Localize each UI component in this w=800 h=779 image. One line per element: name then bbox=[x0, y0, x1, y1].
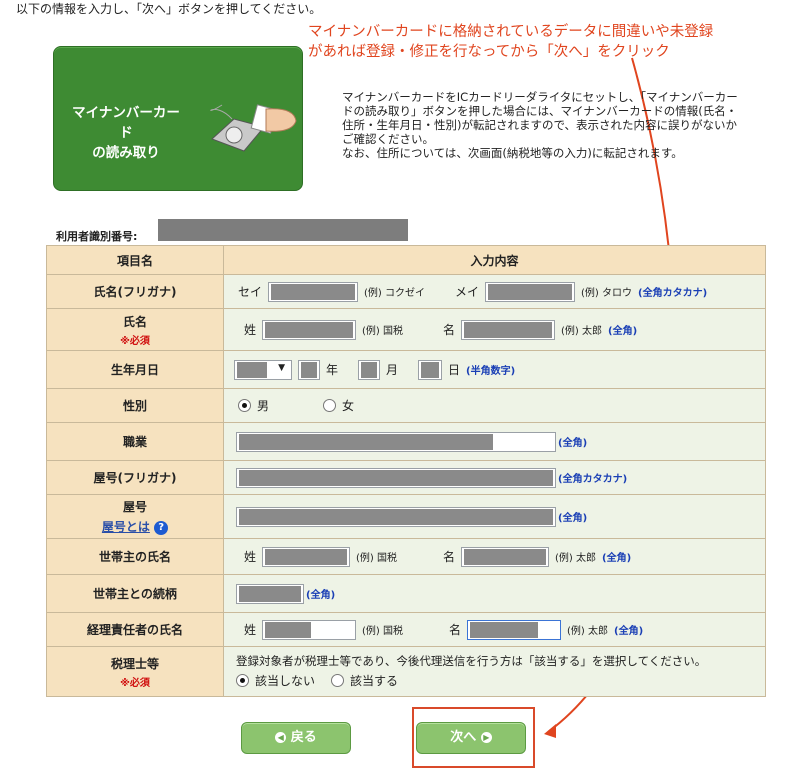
householder-mei-label: 名 bbox=[443, 550, 456, 564]
householder-mei-input[interactable] bbox=[461, 546, 550, 567]
householder-sei-label: 姓 bbox=[244, 550, 257, 564]
user-id-row: 利用者識別番号: bbox=[56, 228, 137, 244]
label-manager: 経理責任者の氏名 bbox=[46, 612, 224, 647]
kana-mei-input[interactable] bbox=[485, 281, 576, 302]
label-gender: 性別 bbox=[46, 388, 224, 423]
next-button-label: 次へ bbox=[450, 730, 477, 745]
mei-label: メイ bbox=[455, 285, 480, 299]
tax-accountant-yes-label: 該当する bbox=[350, 674, 399, 688]
manager-sei-example: (例) 国税 bbox=[362, 626, 403, 637]
occupation-input[interactable] bbox=[236, 431, 556, 452]
tax-accountant-no-label: 該当しない bbox=[255, 674, 316, 688]
name-mei-label: 名 bbox=[443, 323, 456, 337]
householder-hint: (全角) bbox=[602, 553, 632, 564]
tax-accountant-yes-radio[interactable] bbox=[331, 674, 345, 687]
column-header-input: 入力内容 bbox=[223, 245, 766, 275]
annotation-line-2: があれば登録・修正を行なってから「次へ」をクリック bbox=[308, 44, 670, 60]
gender-male-label: 男 bbox=[257, 399, 270, 413]
shop-input[interactable] bbox=[236, 506, 556, 527]
kana-hint: (全角カタカナ) bbox=[638, 288, 708, 299]
relation-hint: (全角) bbox=[306, 590, 336, 601]
read-mynumber-card-button[interactable]: マイナンバーカード の読み取り bbox=[53, 46, 303, 191]
manager-mei-input[interactable] bbox=[467, 619, 562, 640]
shop-label-text: 屋号 bbox=[122, 500, 147, 514]
chevron-down-icon: ▼ bbox=[278, 362, 285, 373]
user-id-label: 利用者識別番号: bbox=[56, 230, 138, 243]
gender-male-radio[interactable] bbox=[238, 399, 251, 412]
tax-accountant-no-radio[interactable] bbox=[236, 674, 249, 687]
annotation-line-1: マイナンバーカードに格納されているデータに間違いや未登録 bbox=[308, 24, 714, 40]
tax-accountant-label-text: 税理士等 bbox=[110, 656, 159, 671]
card-button-label-line1: マイナンバーカード bbox=[72, 105, 180, 141]
householder-sei-example: (例) 国税 bbox=[356, 553, 397, 564]
sei-label: セイ bbox=[238, 285, 263, 299]
intro-text: 以下の情報を入力し、「次へ」ボタンを押してください。 bbox=[16, 2, 322, 16]
tax-accountant-required-mark: ※必須 bbox=[120, 677, 150, 689]
gender-female-radio[interactable] bbox=[323, 399, 337, 412]
birth-day-input[interactable] bbox=[418, 359, 443, 380]
manager-sei-input[interactable] bbox=[262, 619, 357, 640]
shop-kana-hint: (全角カタカナ) bbox=[558, 474, 628, 485]
month-unit: 月 bbox=[386, 363, 399, 377]
label-shop: 屋号 屋号とは ? bbox=[46, 494, 224, 539]
name-label-text: 氏名 bbox=[122, 314, 147, 329]
occupation-hint: (全角) bbox=[558, 438, 588, 449]
name-mei-example: (例) 太郎 bbox=[561, 326, 602, 337]
registration-form-table: 項目名 入力内容 氏名(フリガナ) セイ (例) コクゼイ メイ (例) タロウ… bbox=[46, 245, 766, 697]
label-kana-name: 氏名(フリガナ) bbox=[46, 274, 224, 309]
birth-month-input[interactable] bbox=[358, 359, 381, 380]
shop-help-link[interactable]: 屋号とは bbox=[102, 520, 150, 534]
label-occupation: 職業 bbox=[46, 422, 224, 461]
label-name: 氏名 ※必須 bbox=[46, 308, 224, 351]
card-reader-icon bbox=[210, 104, 297, 152]
label-relation: 世帯主との続柄 bbox=[46, 574, 224, 613]
column-header-item: 項目名 bbox=[46, 245, 224, 275]
birth-hint: (半角数字) bbox=[466, 366, 516, 377]
next-button[interactable]: 次へ ▶ bbox=[416, 722, 526, 754]
back-button[interactable]: ◀ 戻る bbox=[241, 722, 351, 754]
card-button-label-line2: の読み取り bbox=[92, 145, 160, 161]
householder-sei-input[interactable] bbox=[262, 546, 351, 567]
manager-sei-label: 姓 bbox=[244, 623, 257, 637]
user-id-value-redacted bbox=[158, 219, 408, 241]
name-sei-example: (例) 国税 bbox=[362, 326, 403, 337]
label-householder: 世帯主の氏名 bbox=[46, 538, 224, 575]
day-unit: 日 bbox=[448, 363, 461, 377]
era-select[interactable]: ▼ bbox=[234, 359, 292, 380]
kana-sei-example: (例) コクゼイ bbox=[364, 288, 425, 299]
kana-sei-input[interactable] bbox=[268, 281, 359, 302]
shop-hint: (全角) bbox=[558, 513, 588, 524]
question-icon[interactable]: ? bbox=[154, 520, 169, 535]
tax-accountant-description: 登録対象者が税理士等であり、今後代理送信を行う方は「該当する」を選択してください… bbox=[236, 653, 707, 668]
manager-mei-label: 名 bbox=[449, 623, 462, 637]
manager-hint: (全角) bbox=[614, 626, 644, 637]
householder-mei-example: (例) 太郎 bbox=[555, 553, 596, 564]
label-shop-kana: 屋号(フリガナ) bbox=[46, 460, 224, 495]
kana-mei-example: (例) タロウ bbox=[581, 288, 632, 299]
explanation-paragraph-1: マイナンバーカードをICカードリーダライタにセットし、「マイナンバーカードの読み… bbox=[342, 90, 738, 146]
year-unit: 年 bbox=[326, 363, 339, 377]
label-birthdate: 生年月日 bbox=[46, 350, 224, 389]
relation-input[interactable] bbox=[236, 583, 304, 604]
arrow-right-icon: ▶ bbox=[480, 732, 492, 743]
back-button-label: 戻る bbox=[290, 730, 317, 745]
name-required-mark: ※必須 bbox=[120, 335, 150, 347]
birth-year-input[interactable] bbox=[298, 359, 320, 380]
manager-mei-example: (例) 太郎 bbox=[567, 626, 608, 637]
label-tax-accountant: 税理士等 ※必須 bbox=[46, 646, 224, 697]
name-sei-input[interactable] bbox=[262, 319, 357, 340]
annotation-callout: マイナンバーカードに格納されているデータに間違いや未登録 があれば登録・修正を行… bbox=[308, 22, 768, 62]
name-hint: (全角) bbox=[608, 326, 638, 337]
explanation-paragraph-2: なお、住所については、次画面(納税地等の入力)に転記されます。 bbox=[342, 146, 683, 160]
card-button-label: マイナンバーカード の読み取り bbox=[66, 103, 186, 163]
gender-female-label: 女 bbox=[342, 399, 355, 413]
name-mei-input[interactable] bbox=[461, 319, 556, 340]
card-explanation: マイナンバーカードをICカードリーダライタにセットし、「マイナンバーカードの読み… bbox=[342, 90, 742, 160]
name-sei-label: 姓 bbox=[244, 323, 257, 337]
shop-kana-input[interactable] bbox=[236, 467, 556, 488]
arrow-left-icon: ◀ bbox=[275, 732, 287, 743]
